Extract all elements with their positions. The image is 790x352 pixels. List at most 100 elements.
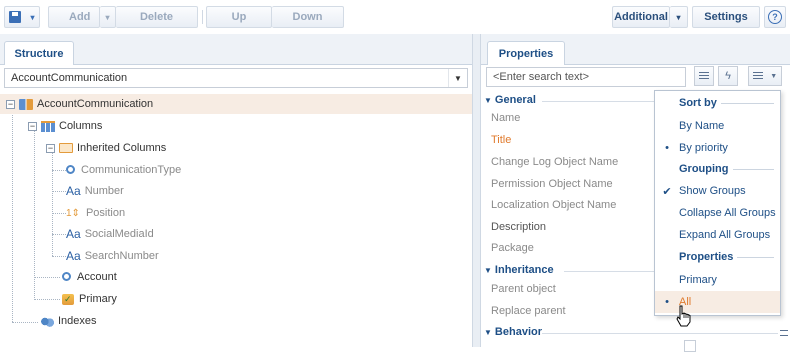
chevron-down-icon: ▾ [105, 12, 110, 22]
help-icon: ? [768, 10, 782, 24]
save-button[interactable]: ▾ [4, 6, 40, 28]
tab-structure-label: Structure [14, 47, 64, 60]
toolbar: ▾ Add ▾ Delete Up Down Additional ▾ Sett… [0, 0, 790, 34]
list-icon [699, 71, 709, 81]
help-button[interactable]: ? [764, 6, 786, 28]
toolbar-separator [202, 10, 203, 24]
collapse-arrow-icon: ▼ [484, 327, 492, 337]
menu-item-primary[interactable]: Primary [655, 269, 780, 291]
settings-button[interactable]: Settings [692, 6, 760, 28]
add-button[interactable]: Add [48, 6, 100, 28]
tree-item-columns[interactable]: − Columns [28, 116, 102, 136]
view-options-menu: Sort by By Name • By priority Grouping ✔… [654, 90, 781, 316]
view-options-button[interactable]: ▼ [748, 66, 782, 86]
prop-permission-object-name[interactable]: Permission Object Name [491, 178, 613, 190]
prop-replace-parent[interactable]: Replace parent [491, 305, 566, 317]
down-button[interactable]: Down [272, 6, 344, 28]
menu-item-label: Collapse All Groups [679, 207, 776, 219]
menu-header-properties: Properties [655, 247, 780, 267]
tree-line [52, 213, 66, 214]
tree-item-label: Primary [79, 293, 117, 305]
collapse-icon[interactable]: − [46, 143, 55, 153]
sort-alpha-button[interactable] [694, 66, 714, 86]
tree-item-indexes[interactable]: Indexes [40, 311, 97, 331]
radio-selected-icon: • [665, 142, 669, 154]
tree-item-number[interactable]: Aa Number [66, 181, 124, 201]
tree-item-accountcommunication[interactable]: − AccountCommunication [0, 94, 472, 114]
tree-line [34, 299, 60, 300]
add-dropdown-button[interactable]: ▾ [100, 6, 116, 28]
prop-title[interactable]: Title [491, 134, 511, 146]
settings-button-label: Settings [704, 11, 748, 23]
menu-item-collapse-all-groups[interactable]: Collapse All Groups [655, 202, 780, 224]
menu-header-label: Grouping [675, 163, 733, 175]
group-behavior[interactable]: ▼ Behavior [484, 326, 542, 338]
menu-item-show-groups[interactable]: ✔ Show Groups [655, 180, 780, 202]
tree-item-position[interactable]: 1⇕ Position [66, 203, 125, 223]
tree-item-socialmediaid[interactable]: Aa SocialMediaId [66, 224, 154, 244]
delete-button-label: Delete [139, 11, 174, 23]
grid-resize-icon[interactable] [780, 330, 788, 336]
tree-line [34, 130, 35, 300]
prop-description[interactable]: Description [491, 221, 546, 233]
menu-item-label: By Name [679, 120, 725, 132]
prop-parent-object[interactable]: Parent object [491, 283, 556, 295]
additional-button-label: Additional [614, 11, 668, 23]
tree-item-searchnumber[interactable]: Aa SearchNumber [66, 246, 159, 266]
collapse-icon[interactable]: − [28, 121, 37, 131]
menu-item-all[interactable]: • All [655, 291, 780, 313]
menu-item-label: By priority [679, 142, 728, 154]
prop-name[interactable]: Name [491, 112, 520, 124]
collapse-arrow-icon: ▼ [484, 95, 492, 105]
additional-dropdown-button[interactable]: ▾ [670, 6, 688, 28]
tree-item-communicationtype[interactable]: CommunicationType [66, 160, 181, 180]
tree-item-inherited-columns[interactable]: − Inherited Columns [46, 138, 166, 158]
menu-item-label: Expand All Groups [679, 229, 771, 241]
text-icon: Aa [66, 227, 81, 241]
prop-package[interactable]: Package [491, 242, 534, 254]
property-checkbox[interactable] [684, 340, 696, 352]
group-behavior-label: Behavior [494, 326, 542, 338]
tab-structure[interactable]: Structure [4, 41, 74, 65]
group-divider [542, 333, 778, 334]
events-button[interactable]: ϟ [718, 66, 738, 86]
chevron-down-icon[interactable]: ▼ [448, 69, 467, 87]
prop-change-log-object-name[interactable]: Change Log Object Name [491, 156, 618, 168]
property-search-input[interactable]: <Enter search text> [486, 67, 686, 87]
tree-item-account[interactable]: Account [62, 267, 117, 287]
tree-item-label: SocialMediaId [84, 228, 154, 240]
save-dropdown-icon[interactable]: ▾ [30, 13, 34, 22]
prop-localization-object-name[interactable]: Localization Object Name [491, 199, 616, 211]
tree-item-primary[interactable]: ✓ Primary [62, 289, 117, 309]
chevron-down-icon: ▼ [770, 72, 778, 80]
tree-item-label: SearchNumber [84, 250, 159, 262]
group-inheritance[interactable]: ▼ Inheritance [484, 264, 554, 276]
collapse-icon[interactable]: − [6, 99, 15, 109]
group-inheritance-label: Inheritance [494, 264, 554, 276]
columns-icon [41, 120, 55, 132]
tree-line [52, 256, 66, 257]
tree-item-label: Position [85, 207, 126, 219]
text-icon: Aa [66, 184, 81, 198]
down-button-label: Down [292, 11, 323, 23]
tree-line [12, 322, 38, 323]
lightning-icon: ϟ [725, 70, 731, 82]
text-icon: Aa [66, 249, 81, 263]
tree-line [52, 170, 66, 171]
boolean-icon: ✓ [62, 293, 74, 305]
tree-line [52, 191, 66, 192]
menu-item-expand-all-groups[interactable]: Expand All Groups [655, 224, 780, 246]
menu-item-by-name[interactable]: By Name [655, 115, 780, 137]
up-button[interactable]: Up [206, 6, 272, 28]
group-general[interactable]: ▼ General [484, 94, 536, 106]
tree-item-label: Columns [59, 120, 103, 132]
menu-item-by-priority[interactable]: • By priority [655, 137, 780, 159]
tab-properties-label: Properties [498, 47, 554, 60]
panel-splitter[interactable] [472, 34, 481, 347]
delete-button[interactable]: Delete [116, 6, 198, 28]
tab-properties[interactable]: Properties [487, 41, 565, 65]
tree-item-label: CommunicationType [81, 164, 182, 176]
additional-button[interactable]: Additional [612, 6, 670, 28]
object-select[interactable]: AccountCommunication ▼ [4, 68, 468, 88]
grid-icon [752, 71, 763, 81]
